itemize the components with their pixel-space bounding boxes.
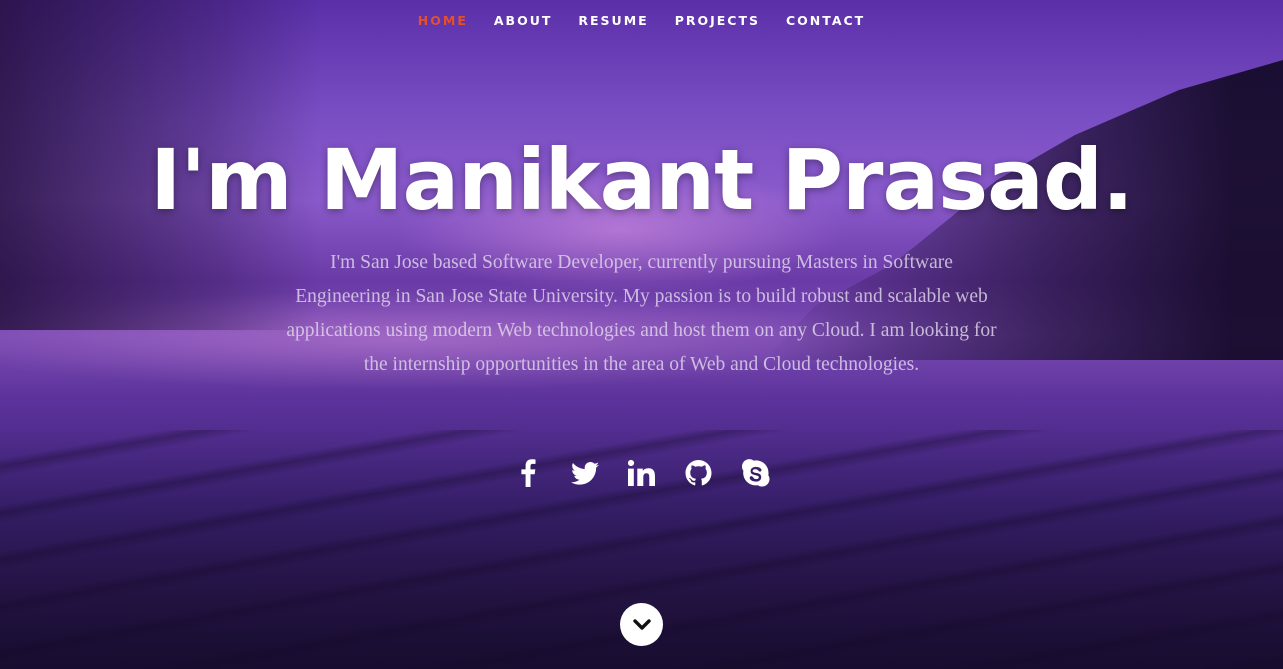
facebook-icon [520, 459, 535, 487]
facebook-link[interactable] [513, 456, 542, 490]
nav-projects[interactable]: PROJECTS [662, 12, 773, 30]
nav-about[interactable]: ABOUT [481, 12, 566, 30]
skype-icon [741, 459, 769, 487]
scroll-down-button[interactable] [620, 603, 663, 646]
hero-headline: I'm Manikant Prasad. [150, 131, 1134, 229]
nav-contact[interactable]: CONTACT [773, 12, 878, 30]
nav-home[interactable]: HOME [405, 12, 481, 30]
linkedin-icon [628, 460, 655, 486]
chevron-down-icon [632, 618, 651, 630]
twitter-link[interactable] [570, 456, 599, 490]
github-link[interactable] [684, 456, 713, 490]
main-nav: HOME ABOUT RESUME PROJECTS CONTACT [0, 12, 1283, 30]
twitter-icon [570, 461, 599, 485]
nav-resume[interactable]: RESUME [565, 12, 661, 30]
github-icon [685, 460, 712, 486]
social-links [0, 456, 1283, 490]
hero-bio: I'm San Jose based Software Developer, c… [286, 252, 997, 375]
skype-link[interactable] [741, 456, 770, 490]
linkedin-link[interactable] [627, 456, 656, 490]
